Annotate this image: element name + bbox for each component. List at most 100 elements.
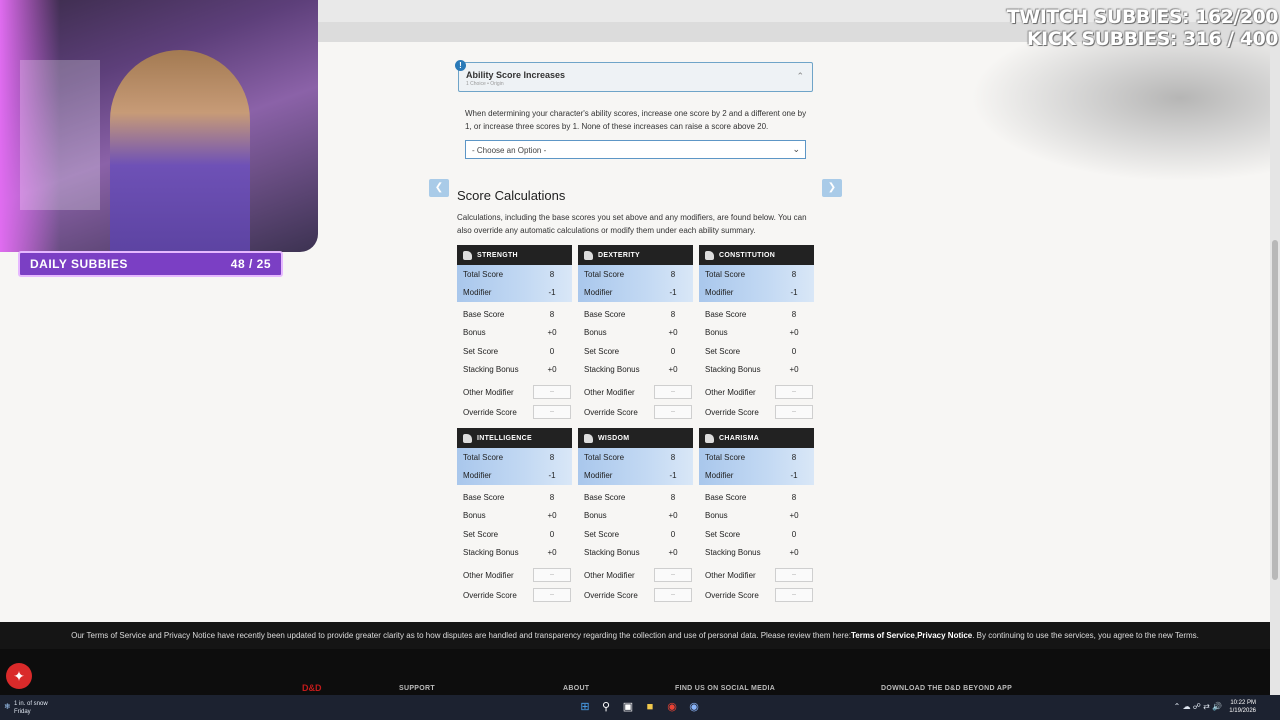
override-score-input[interactable]: -- xyxy=(533,588,571,602)
row-value: 8 xyxy=(549,269,555,279)
ability-row-base: Base Score 8 xyxy=(699,305,814,324)
row-value: +0 xyxy=(789,328,799,338)
row-value: 8 xyxy=(791,492,797,502)
taskbar-clock[interactable]: 10:22 PM 1/19/2026 xyxy=(1229,699,1256,715)
footer-app-heading: DOWNLOAD THE D&D BEYOND APP xyxy=(881,685,1013,692)
ability-row-modifier: Modifier -1 xyxy=(699,466,814,485)
daily-subbies-bar: DAILY SUBBIES 48 / 25 xyxy=(18,251,283,277)
other-modifier-input[interactable]: -- xyxy=(533,568,571,582)
ability-card-dexterity: DEXTERITY Total Score 8 Modifier -1 Base Scor… xyxy=(578,245,693,420)
chevron-up-icon[interactable]: ⌃ xyxy=(796,71,804,82)
ability-row-total: Total Score 8 xyxy=(578,265,693,284)
row-label: Set Score xyxy=(705,529,741,539)
snow-weather-icon[interactable]: ❄ xyxy=(4,702,11,711)
row-value: 0 xyxy=(670,529,676,539)
override-score-input[interactable]: -- xyxy=(533,405,571,419)
row-label: Base Score xyxy=(463,492,505,502)
ability-row-bonus: Bonus +0 xyxy=(699,324,814,343)
scrollbar-thumb[interactable] xyxy=(1272,240,1278,580)
row-label: Set Score xyxy=(584,529,620,539)
windows-start-icon[interactable]: ⊞ xyxy=(578,700,592,714)
privacy-notice-link[interactable]: Privacy Notice xyxy=(917,631,972,640)
other-modifier-input[interactable]: -- xyxy=(775,385,813,399)
weather-widget[interactable]: 1 in. of snow Friday xyxy=(14,700,48,716)
ability-row-base: Base Score 8 xyxy=(578,305,693,324)
system-tray[interactable]: ⌃ ☁ ☍ ⇄ 🔊 xyxy=(1174,702,1222,711)
row-value: -1 xyxy=(669,288,677,298)
ability-row-set: Set Score 0 xyxy=(699,342,814,361)
row-value: +0 xyxy=(789,511,799,521)
ability-row-total: Total Score 8 xyxy=(457,448,572,467)
tos-tail: . By continuing to use the services, you… xyxy=(972,631,1199,640)
ability-name: CONSTITUTION xyxy=(719,251,776,259)
row-value: 0 xyxy=(791,346,797,356)
arrow-left-icon: ❮ xyxy=(434,182,444,193)
next-step-button[interactable]: ❯ xyxy=(822,179,842,197)
app-icon[interactable]: ◉ xyxy=(687,700,701,714)
row-value: -1 xyxy=(790,288,798,298)
ability-card-intelligence: INTELLIGENCE Total Score 8 Modifier -1 Base S… xyxy=(457,428,572,603)
ability-row-override: Override Score -- xyxy=(578,585,693,605)
dndbeyond-badge-icon[interactable]: ✦ xyxy=(6,663,32,689)
ability-card-charisma: CHARISMA Total Score 8 Modifier -1 Base Score… xyxy=(699,428,814,603)
ability-row-set: Set Score 0 xyxy=(578,342,693,361)
ability-row-modifier: Modifier -1 xyxy=(578,283,693,302)
ability-row-modifier: Modifier -1 xyxy=(699,283,814,302)
ability-row-total: Total Score 8 xyxy=(457,265,572,284)
ability-score-increases-header[interactable]: Ability Score Increases 1 Choice • Origi… xyxy=(458,62,813,92)
row-value: 8 xyxy=(791,309,797,319)
tos-text: Our Terms of Service and Privacy Notice … xyxy=(71,631,851,640)
ability-row-stacking: Stacking Bonus +0 xyxy=(699,544,814,563)
row-value: 8 xyxy=(549,452,555,462)
ability-row-set: Set Score 0 xyxy=(699,525,814,544)
row-label: Set Score xyxy=(584,346,620,356)
ability-row-total: Total Score 8 xyxy=(699,265,814,284)
ability-row-total: Total Score 8 xyxy=(578,448,693,467)
override-score-input[interactable]: -- xyxy=(654,405,692,419)
search-icon[interactable]: ⚲ xyxy=(599,700,613,714)
footer-about-heading[interactable]: ABOUT xyxy=(563,685,589,692)
footer-social-heading: FIND US ON SOCIAL MEDIA xyxy=(675,685,776,692)
row-label: Override Score xyxy=(584,590,638,600)
chrome-icon[interactable]: ◉ xyxy=(665,700,679,714)
arrow-right-icon: ❯ xyxy=(827,182,837,193)
override-score-input[interactable]: -- xyxy=(775,588,813,602)
ability-row-bonus: Bonus +0 xyxy=(457,507,572,526)
footer-support-heading[interactable]: SUPPORT xyxy=(399,685,435,692)
row-label: Bonus xyxy=(584,511,607,521)
row-label: Override Score xyxy=(463,407,517,417)
row-value: +0 xyxy=(668,511,678,521)
task-view-icon[interactable]: ▣ xyxy=(621,700,635,714)
other-modifier-input[interactable]: -- xyxy=(654,385,692,399)
row-value: +0 xyxy=(789,548,799,558)
row-label: Bonus xyxy=(705,511,728,521)
other-modifier-input[interactable]: -- xyxy=(654,568,692,582)
row-label: Modifier xyxy=(584,471,613,481)
prev-step-button[interactable]: ❮ xyxy=(429,179,449,197)
webcam-shelf xyxy=(20,60,100,210)
override-score-input[interactable]: -- xyxy=(775,405,813,419)
row-label: Override Score xyxy=(584,407,638,417)
row-value: +0 xyxy=(547,511,557,521)
override-score-input[interactable]: -- xyxy=(654,588,692,602)
other-modifier-input[interactable]: -- xyxy=(533,385,571,399)
file-explorer-icon[interactable]: ■ xyxy=(643,700,657,714)
ability-row-stacking: Stacking Bonus +0 xyxy=(578,544,693,563)
asi-select-value: - Choose an Option - xyxy=(472,146,547,155)
ability-card-constitution: CONSTITUTION Total Score 8 Modifier -1 Base S… xyxy=(699,245,814,420)
row-value: +0 xyxy=(668,328,678,338)
ability-row-set: Set Score 0 xyxy=(457,342,572,361)
ability-row-bonus: Bonus +0 xyxy=(457,324,572,343)
asi-option-select[interactable]: - Choose an Option - ⌄ xyxy=(465,140,806,159)
other-modifier-input[interactable]: -- xyxy=(775,568,813,582)
dnd-logo[interactable]: D&D xyxy=(302,683,322,693)
row-label: Override Score xyxy=(463,590,517,600)
row-value: 8 xyxy=(549,309,555,319)
row-value: +0 xyxy=(789,365,799,375)
row-label: Total Score xyxy=(584,452,625,462)
row-label: Set Score xyxy=(463,529,499,539)
row-label: Bonus xyxy=(705,328,728,338)
terms-of-service-link[interactable]: Terms of Service xyxy=(851,631,915,640)
row-label: Base Score xyxy=(705,492,747,502)
row-label: Set Score xyxy=(463,346,499,356)
